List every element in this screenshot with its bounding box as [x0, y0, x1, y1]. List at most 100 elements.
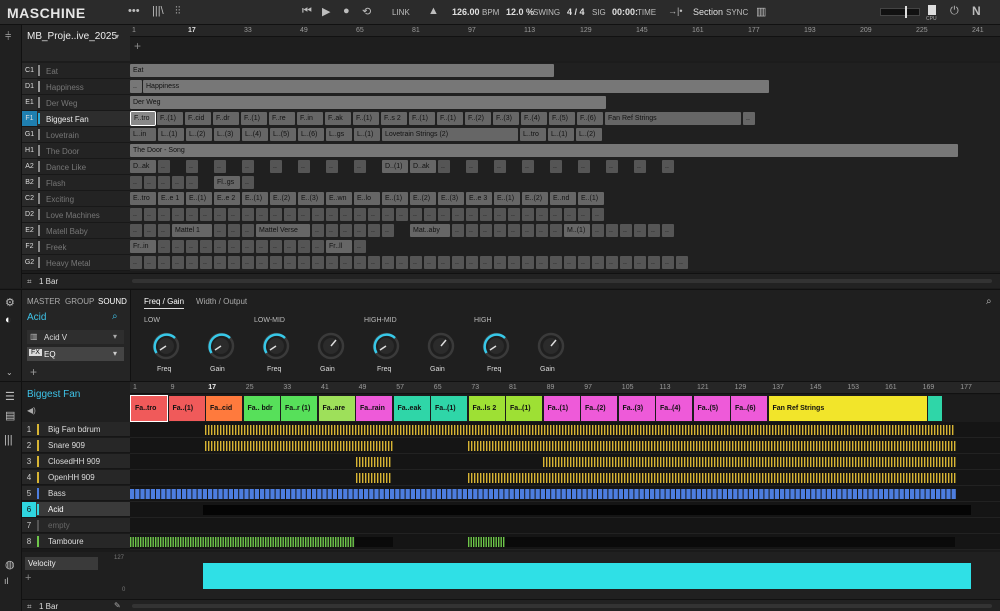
- drum-event[interactable]: [933, 473, 935, 483]
- drum-event[interactable]: [675, 441, 677, 451]
- tambourine-event[interactable]: [230, 537, 232, 547]
- drum-event[interactable]: [241, 425, 243, 435]
- drum-event[interactable]: [765, 473, 767, 483]
- drum-event[interactable]: [690, 457, 692, 467]
- drum-event[interactable]: [826, 425, 828, 435]
- drum-event[interactable]: [409, 425, 411, 435]
- drum-event[interactable]: [519, 441, 521, 451]
- tambourine-event[interactable]: [282, 537, 284, 547]
- drum-event[interactable]: [804, 441, 806, 451]
- drum-event[interactable]: [549, 473, 551, 483]
- drum-event[interactable]: [903, 457, 905, 467]
- clip[interactable]: ..: [410, 256, 422, 269]
- drum-event[interactable]: [954, 473, 956, 483]
- drum-event[interactable]: [765, 457, 767, 467]
- drum-event[interactable]: [771, 441, 773, 451]
- clip[interactable]: ..: [550, 160, 562, 173]
- drum-event[interactable]: [553, 425, 555, 435]
- drum-event[interactable]: [811, 425, 813, 435]
- grid-icon[interactable]: ⌗: [27, 277, 32, 287]
- bass-event[interactable]: [587, 489, 592, 499]
- drum-event[interactable]: [801, 441, 803, 451]
- tambourine-event[interactable]: [335, 537, 337, 547]
- drum-event[interactable]: [810, 473, 812, 483]
- drum-event[interactable]: [627, 473, 629, 483]
- clip[interactable]: E..wn: [326, 192, 352, 205]
- drum-event[interactable]: [847, 425, 849, 435]
- drum-event[interactable]: [355, 441, 357, 451]
- drum-event[interactable]: [633, 473, 635, 483]
- chevron-down-icon[interactable]: ⌄: [6, 368, 13, 377]
- tambourine-event[interactable]: [165, 537, 167, 547]
- bass-event[interactable]: [816, 489, 821, 499]
- tambourine-event[interactable]: [265, 537, 267, 547]
- drum-event[interactable]: [574, 425, 576, 435]
- drum-event[interactable]: [870, 441, 872, 451]
- bass-event[interactable]: [306, 489, 311, 499]
- drum-event[interactable]: [796, 425, 798, 435]
- drum-event[interactable]: [430, 425, 432, 435]
- drum-event[interactable]: [852, 457, 854, 467]
- drum-event[interactable]: [352, 441, 354, 451]
- drum-event[interactable]: [298, 441, 300, 451]
- drum-event[interactable]: [609, 457, 611, 467]
- clip[interactable]: ..: [522, 224, 534, 237]
- drum-event[interactable]: [879, 473, 881, 483]
- drum-event[interactable]: [385, 441, 387, 451]
- tambourine-event[interactable]: [305, 537, 307, 547]
- bass-event[interactable]: [442, 489, 447, 499]
- drum-event[interactable]: [495, 441, 497, 451]
- drum-event[interactable]: [913, 425, 915, 435]
- tambourine-event[interactable]: [473, 537, 475, 547]
- bass-event[interactable]: [842, 489, 847, 499]
- drum-event[interactable]: [774, 473, 776, 483]
- drum-event[interactable]: [502, 425, 504, 435]
- bass-event[interactable]: [748, 489, 753, 499]
- add-section-icon[interactable]: +: [134, 39, 141, 53]
- drum-event[interactable]: [865, 425, 867, 435]
- drum-event[interactable]: [711, 441, 713, 451]
- clip[interactable]: ..: [536, 224, 548, 237]
- clip[interactable]: ..: [186, 240, 198, 253]
- clip[interactable]: ..: [382, 256, 394, 269]
- drum-event[interactable]: [856, 425, 858, 435]
- drum-event[interactable]: [322, 441, 324, 451]
- drum-event[interactable]: [559, 425, 561, 435]
- drum-event[interactable]: [892, 425, 894, 435]
- drum-event[interactable]: [603, 441, 605, 451]
- drum-event[interactable]: [891, 473, 893, 483]
- drum-event[interactable]: [750, 457, 752, 467]
- clip[interactable]: Happiness: [143, 80, 769, 93]
- drum-event[interactable]: [645, 473, 647, 483]
- drum-event[interactable]: [897, 457, 899, 467]
- drum-event[interactable]: [888, 457, 890, 467]
- search-icon[interactable]: ⌕: [112, 311, 118, 322]
- clip[interactable]: ..: [578, 160, 590, 173]
- drum-event[interactable]: [867, 473, 869, 483]
- clip[interactable]: ..: [676, 256, 688, 269]
- drum-event[interactable]: [651, 473, 653, 483]
- bass-event[interactable]: [135, 489, 140, 499]
- drum-event[interactable]: [469, 425, 471, 435]
- tambourine-event[interactable]: [175, 537, 177, 547]
- drum-event[interactable]: [841, 425, 843, 435]
- tambourine-event[interactable]: [252, 537, 254, 547]
- drum-event[interactable]: [217, 441, 219, 451]
- group-row[interactable]: E2 Matell Baby: [22, 223, 130, 239]
- clip[interactable]: ..: [214, 208, 226, 221]
- drum-event[interactable]: [723, 457, 725, 467]
- clip[interactable]: E..(2): [410, 192, 436, 205]
- drum-event[interactable]: [666, 441, 668, 451]
- drum-event[interactable]: [377, 473, 379, 483]
- drum-event[interactable]: [687, 441, 689, 451]
- drum-event[interactable]: [627, 441, 629, 451]
- pattern-block[interactable]: Fa.. bdr: [243, 396, 280, 421]
- drum-event[interactable]: [214, 425, 216, 435]
- tambourine-event[interactable]: [295, 537, 297, 547]
- drum-event[interactable]: [211, 441, 213, 451]
- clip[interactable]: ..: [284, 208, 296, 221]
- drum-event[interactable]: [667, 425, 669, 435]
- bass-event[interactable]: [525, 489, 530, 499]
- bass-event[interactable]: [764, 489, 769, 499]
- drum-event[interactable]: [832, 425, 834, 435]
